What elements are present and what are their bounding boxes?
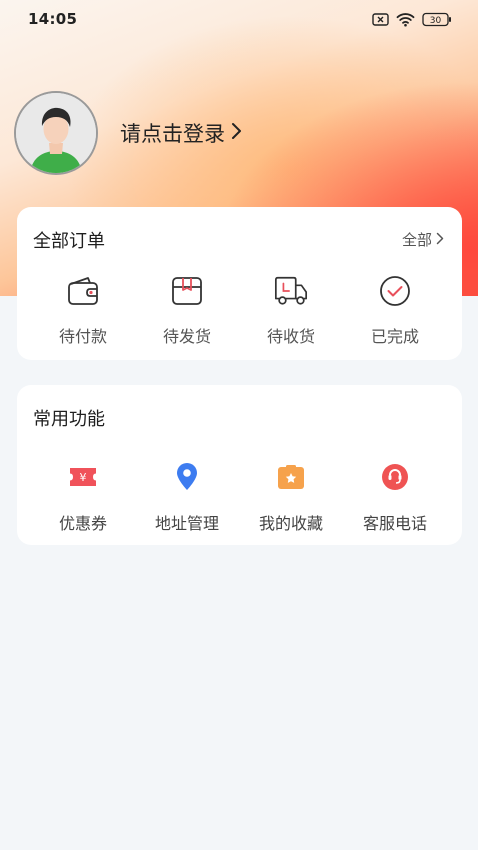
avatar[interactable]	[14, 91, 98, 175]
package-icon	[169, 273, 205, 309]
order-pending-payment[interactable]: 待付款	[31, 273, 135, 347]
battery-icon: 30	[422, 12, 452, 27]
function-label: 地址管理	[154, 514, 219, 533]
status-time: 14:05	[28, 10, 78, 28]
svg-text:¥: ¥	[80, 471, 87, 484]
profile-section: 请点击登录	[14, 90, 243, 176]
functions-grid: ¥ 优惠券 地址管理 我的收藏 客服电话	[17, 459, 462, 534]
view-all-orders-link[interactable]: 全部	[402, 229, 444, 250]
check-circle-icon	[377, 273, 413, 309]
login-link[interactable]: 请点击登录	[120, 118, 243, 148]
status-bar: 14:05 30	[0, 0, 478, 38]
order-status-label: 待付款	[58, 327, 107, 346]
orders-title: 全部订单	[33, 231, 105, 252]
wallet-icon	[65, 273, 101, 309]
customer-service-icon	[377, 459, 413, 495]
coupon-icon: ¥	[65, 459, 101, 495]
common-functions-card: 常用功能 ¥ 优惠券 地址管理 我的收藏 客服电话	[17, 385, 462, 545]
truck-icon	[273, 273, 309, 309]
orders-card: 全部订单 全部 待付款 待发货 待收货 已完成	[17, 207, 462, 360]
status-icons: 30	[372, 12, 452, 27]
wifi-icon	[396, 12, 415, 27]
chevron-right-icon	[436, 231, 444, 249]
chevron-right-icon	[231, 121, 243, 145]
function-label: 优惠券	[58, 514, 107, 533]
function-address-management[interactable]: 地址管理	[135, 459, 239, 534]
order-status-label: 待发货	[162, 327, 211, 346]
order-pending-shipment[interactable]: 待发货	[135, 273, 239, 347]
login-text: 请点击登录	[120, 122, 225, 146]
function-coupons[interactable]: ¥ 优惠券	[31, 459, 135, 534]
function-label: 我的收藏	[258, 514, 323, 533]
order-status-label: 已完成	[370, 327, 419, 346]
location-pin-icon	[169, 459, 205, 495]
favorites-icon	[273, 459, 309, 495]
order-completed[interactable]: 已完成	[343, 273, 447, 347]
sim-off-icon	[372, 12, 389, 26]
view-all-label: 全部	[401, 231, 432, 249]
function-my-favorites[interactable]: 我的收藏	[239, 459, 343, 534]
default-user-avatar-icon	[16, 93, 96, 173]
functions-title: 常用功能	[33, 409, 105, 430]
battery-level: 30	[430, 15, 442, 25]
order-pending-receipt[interactable]: 待收货	[239, 273, 343, 347]
order-status-grid: 待付款 待发货 待收货 已完成	[17, 273, 462, 347]
function-customer-service[interactable]: 客服电话	[343, 459, 447, 534]
order-status-label: 待收货	[266, 327, 315, 346]
function-label: 客服电话	[362, 514, 427, 533]
